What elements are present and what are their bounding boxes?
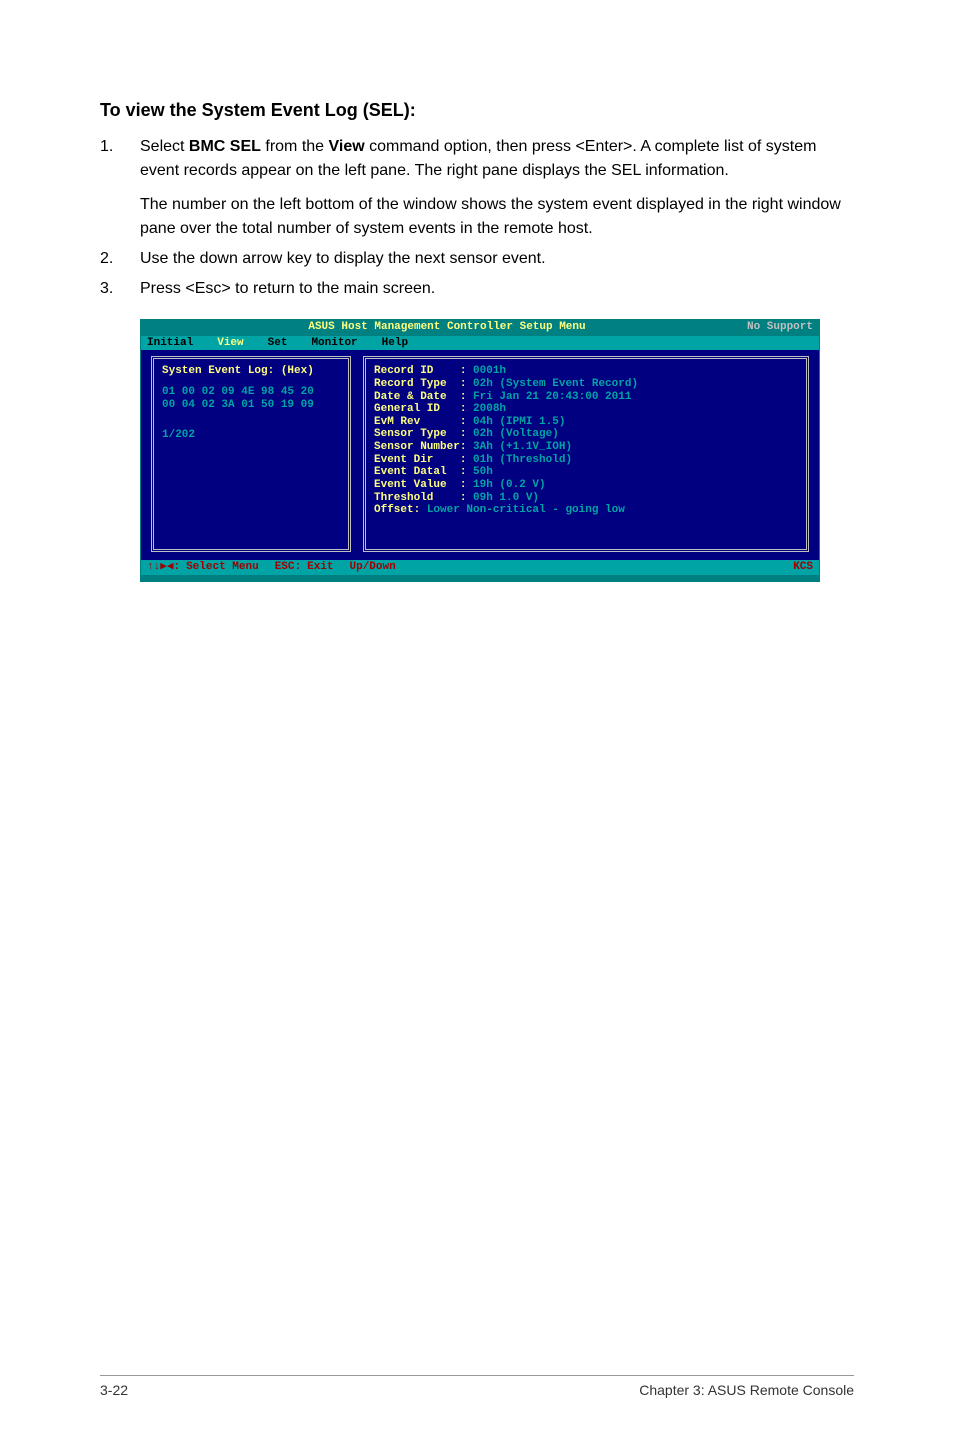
updown-label: Up/Down	[350, 561, 396, 574]
field-label: Threshold :	[374, 492, 466, 504]
nav-arrows-icon: ↑↓▶◀:	[147, 561, 180, 574]
menu-monitor[interactable]: Monitor	[311, 337, 357, 350]
field-value: Lower Non-critical - going low	[420, 504, 625, 516]
terminal-body: Systen Event Log: (Hex) 01 00 02 09 4E 9…	[140, 350, 820, 560]
terminal-statusbar: ↑↓▶◀: Select Menu ESC: Exit Up/Down KCS	[140, 560, 820, 576]
field-label: Event Datal :	[374, 466, 466, 478]
section-heading: To view the System Event Log (SEL):	[100, 100, 854, 121]
titlebar-right: No Support	[747, 321, 813, 334]
esc-label: Exit	[307, 561, 333, 574]
right-pane: Record ID : 0001h Record Type : 02h (Sys…	[363, 356, 809, 552]
step-body: Select BMC SEL from the View command opt…	[140, 135, 854, 241]
field-value: 01h (Threshold)	[466, 454, 572, 466]
field-value: 04h (IPMI 1.5)	[466, 416, 565, 428]
hex-row[interactable]: 01 00 02 09 4E 98 45 20	[162, 386, 340, 399]
field-label: Sensor Number:	[374, 441, 466, 453]
page-number: 3-22	[100, 1382, 128, 1398]
step-3: 3. Press <Esc> to return to the main scr…	[100, 277, 854, 301]
text: from the	[261, 138, 329, 155]
menu-view[interactable]: View	[217, 337, 243, 350]
nav-label: Select Menu	[186, 561, 259, 574]
field-value: 3Ah (+1.1V_IOH)	[466, 441, 572, 453]
menu-initial[interactable]: Initial	[147, 337, 193, 350]
titlebar-title: ASUS Host Management Controller Setup Me…	[308, 321, 585, 334]
field-label: Record ID :	[374, 365, 466, 377]
terminal-bottom-border	[140, 576, 820, 582]
step-number: 1.	[100, 135, 140, 159]
field-label: Sensor Type :	[374, 428, 466, 440]
text: Select	[140, 138, 189, 155]
field-value: 2008h	[466, 403, 506, 415]
field-label: General ID :	[374, 403, 466, 415]
field-value: Fri Jan 21 20:43:00 2011	[466, 391, 631, 403]
field-value: 19h (0.2 V)	[466, 479, 545, 491]
field-label: Record Type :	[374, 378, 466, 390]
field-value: 02h (Voltage)	[466, 428, 558, 440]
step-body: Use the down arrow key to display the ne…	[140, 247, 854, 271]
field-label: EvM Rev :	[374, 416, 466, 428]
bold-text: BMC SEL	[189, 138, 261, 155]
field-label: Event Value :	[374, 479, 466, 491]
left-pane-heading: Systen Event Log: (Hex)	[162, 365, 340, 378]
field-value: 50h	[466, 466, 492, 478]
left-pane: Systen Event Log: (Hex) 01 00 02 09 4E 9…	[151, 356, 351, 552]
field-value: 09h 1.0 V)	[466, 492, 539, 504]
menu-help[interactable]: Help	[382, 337, 408, 350]
hex-row[interactable]: 00 04 02 3A 01 50 19 09	[162, 399, 340, 412]
text: The number on the left bottom of the win…	[140, 193, 854, 241]
field-value: 0001h	[466, 365, 506, 377]
step-1: 1. Select BMC SEL from the View command …	[100, 135, 854, 241]
step-2: 2. Use the down arrow key to display the…	[100, 247, 854, 271]
field-label: Event Dir :	[374, 454, 466, 466]
terminal-screenshot: ASUS Host Management Controller Setup Me…	[140, 319, 820, 582]
menu-set[interactable]: Set	[268, 337, 288, 350]
step-number: 2.	[100, 247, 140, 271]
terminal-menubar: Initial View Set Monitor Help	[140, 336, 820, 351]
status-right: KCS	[793, 561, 813, 574]
field-label: Offset:	[374, 504, 420, 516]
step-number: 3.	[100, 277, 140, 301]
chapter-title: Chapter 3: ASUS Remote Console	[639, 1382, 854, 1398]
step-body: Press <Esc> to return to the main screen…	[140, 277, 854, 301]
bold-text: View	[329, 138, 365, 155]
field-label: Date & Date :	[374, 391, 466, 403]
esc-key: ESC:	[275, 561, 301, 574]
terminal-titlebar: ASUS Host Management Controller Setup Me…	[140, 319, 820, 336]
record-counter: 1/202	[162, 429, 340, 442]
field-value: 02h (System Event Record)	[466, 378, 638, 390]
page-footer: 3-22 Chapter 3: ASUS Remote Console	[100, 1375, 854, 1398]
